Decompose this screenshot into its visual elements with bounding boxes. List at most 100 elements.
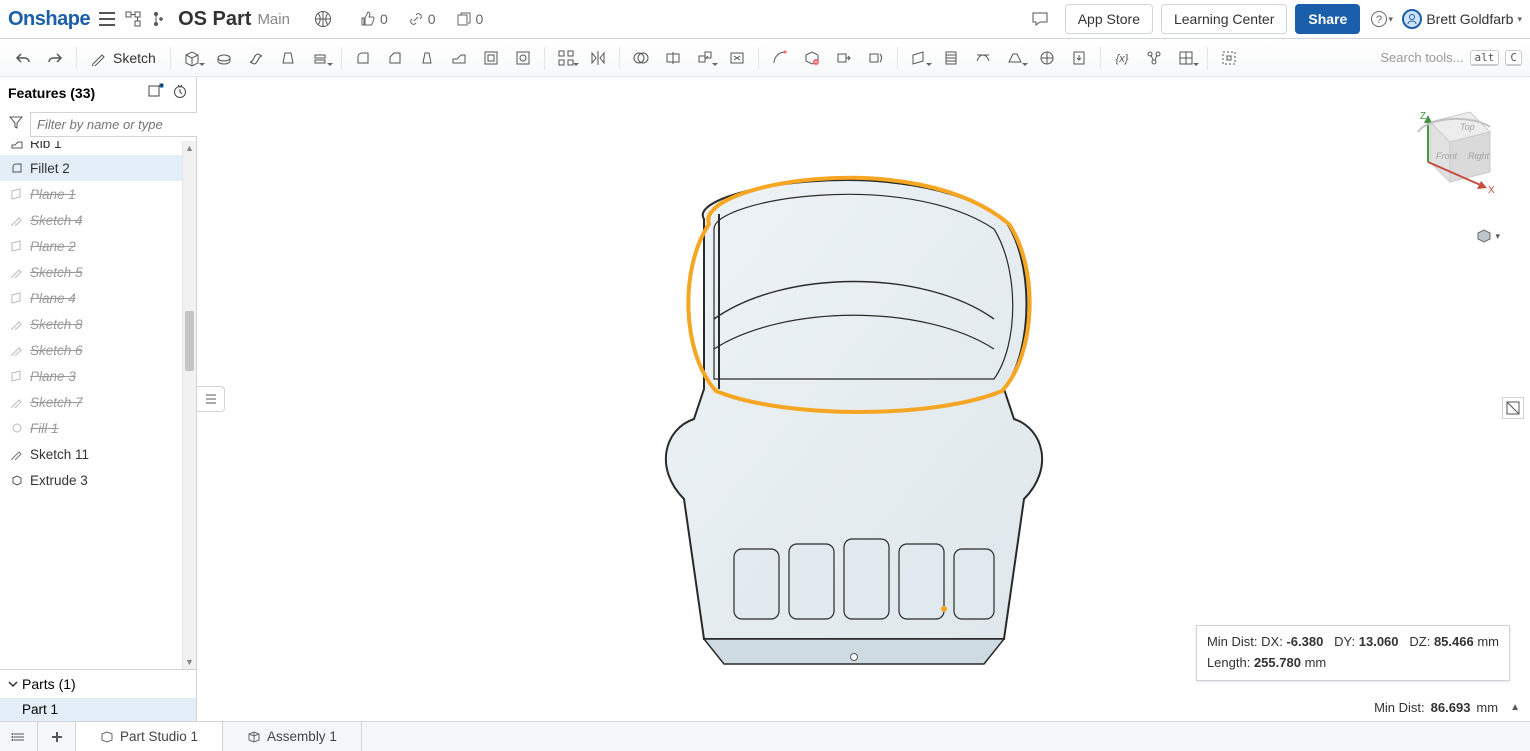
share-button[interactable]: Share — [1295, 4, 1360, 34]
parts-header[interactable]: Parts (1) — [0, 669, 196, 698]
features-header[interactable]: Features (33) — [0, 77, 196, 108]
draft-button[interactable] — [412, 44, 442, 72]
hamburger-icon[interactable] — [94, 6, 120, 32]
feature-row-label: Plane 2 — [30, 239, 76, 254]
feature-row[interactable]: Sketch 7 — [0, 389, 196, 415]
split-button[interactable] — [658, 44, 688, 72]
configuration-button[interactable] — [1139, 44, 1169, 72]
loft-button[interactable] — [273, 44, 303, 72]
document-branch[interactable]: Main — [257, 11, 290, 28]
globe-icon[interactable] — [310, 6, 336, 32]
hole-button[interactable] — [508, 44, 538, 72]
extrude-button[interactable] — [177, 44, 207, 72]
document-title[interactable]: OS Part — [178, 8, 251, 31]
tab-assembly[interactable]: Assembly 1 — [223, 722, 362, 751]
frame-button[interactable] — [1032, 44, 1062, 72]
panel-expand-tab[interactable] — [197, 386, 225, 412]
links-count[interactable]: 0 — [408, 11, 436, 27]
sketch-icon — [10, 447, 24, 461]
comments-icon[interactable] — [1027, 6, 1053, 32]
feature-row-label: Fillet 2 — [30, 161, 70, 176]
undo-button[interactable] — [8, 44, 38, 72]
top-bar: Onshape OS Part Main 0 0 0 App Store Lea… — [0, 0, 1530, 39]
fillet-button[interactable] — [348, 44, 378, 72]
feature-row[interactable]: Sketch 6 — [0, 337, 196, 363]
transform-button[interactable] — [690, 44, 720, 72]
part-row[interactable]: Part 1 — [0, 698, 196, 721]
shell-button[interactable] — [476, 44, 506, 72]
feature-row[interactable]: Sketch 8 — [0, 311, 196, 337]
mirror-button[interactable] — [583, 44, 613, 72]
rollback-icon[interactable] — [172, 83, 188, 102]
pattern-button[interactable] — [551, 44, 581, 72]
copies-count[interactable]: 0 — [456, 11, 484, 27]
svg-text:Front: Front — [1436, 151, 1458, 161]
feature-row[interactable]: Plane 3 — [0, 363, 196, 389]
onshape-logo[interactable]: Onshape — [8, 8, 90, 31]
thicken-button[interactable] — [305, 44, 335, 72]
add-feature-icon[interactable] — [148, 83, 164, 102]
user-menu[interactable]: Brett Goldfarb ▾ — [1402, 9, 1522, 29]
feature-list[interactable]: Rib 1 Fillet 2 Plane 1Sketch 4 Plane 2 Sketc… — [0, 141, 196, 669]
feature-row[interactable]: Rib 1 — [0, 141, 196, 155]
import-button[interactable] — [1064, 44, 1094, 72]
insert-icon[interactable] — [146, 6, 172, 32]
feature-row[interactable]: Plane 1 — [0, 181, 196, 207]
tab-assembly-label: Assembly 1 — [267, 729, 337, 744]
view-cube[interactable]: Top Front Right Z X — [1390, 97, 1500, 207]
learning-center-button[interactable]: Learning Center — [1161, 4, 1287, 34]
viewport-3d[interactable]: Top Front Right Z X ▾ Min Dist: — [197, 77, 1530, 721]
help-icon[interactable]: ? ▾ — [1368, 6, 1394, 32]
scroll-up-icon[interactable]: ▲ — [183, 141, 196, 155]
feature-row[interactable]: Plane 2 — [0, 233, 196, 259]
app-store-button[interactable]: App Store — [1065, 4, 1153, 34]
scroll-down-icon[interactable]: ▼ — [183, 655, 196, 669]
document-tree-icon[interactable] — [120, 6, 146, 32]
features-header-label: Features (33) — [8, 85, 95, 101]
scroll-thumb[interactable] — [185, 311, 194, 371]
status-value: 86.693 — [1431, 700, 1471, 715]
feature-filter-input[interactable] — [30, 112, 222, 137]
sketch-button[interactable]: Sketch — [83, 44, 164, 72]
chamfer-button[interactable] — [380, 44, 410, 72]
revolve-button[interactable] — [209, 44, 239, 72]
move-face-button[interactable] — [829, 44, 859, 72]
feature-row[interactable]: Sketch 4 — [0, 207, 196, 233]
likes-count[interactable]: 0 — [360, 11, 388, 27]
boolean-button[interactable] — [626, 44, 656, 72]
redo-button[interactable] — [40, 44, 70, 72]
custom-features-button[interactable] — [1171, 44, 1201, 72]
avatar-icon — [1402, 9, 1422, 29]
select-button[interactable] — [1214, 44, 1244, 72]
feature-row[interactable]: Fill 1 — [0, 415, 196, 441]
feature-row[interactable]: Sketch 11 — [0, 441, 196, 467]
modify-fillet-button[interactable] — [765, 44, 795, 72]
render-mode-menu[interactable]: ▾ — [1475, 227, 1500, 245]
add-tab-button[interactable] — [38, 722, 76, 751]
replace-face-button[interactable] — [861, 44, 891, 72]
delete-part-button[interactable] — [797, 44, 827, 72]
section-view-toggle[interactable] — [1502, 397, 1524, 419]
plane-button[interactable] — [904, 44, 934, 72]
sweep-button[interactable] — [241, 44, 271, 72]
tab-part-studio[interactable]: Part Studio 1 — [76, 722, 223, 751]
feature-row-label: Sketch 6 — [30, 343, 83, 358]
feature-list-scrollbar[interactable]: ▲ ▼ — [182, 141, 196, 669]
composite-curve-button[interactable] — [968, 44, 998, 72]
feature-row[interactable]: Extrude 3 — [0, 467, 196, 493]
sheet-metal-button[interactable] — [1000, 44, 1030, 72]
measure-dx-value: -6.380 — [1286, 634, 1323, 649]
filter-icon[interactable] — [8, 114, 24, 135]
helix-button[interactable] — [936, 44, 966, 72]
delete-face-button[interactable] — [722, 44, 752, 72]
feature-row-label: Sketch 8 — [30, 317, 83, 332]
feature-row[interactable]: Plane 4 — [0, 285, 196, 311]
expand-status-icon[interactable]: ▲ — [1510, 702, 1520, 713]
tab-manager-button[interactable] — [0, 722, 38, 751]
feature-row[interactable]: Fillet 2 — [0, 155, 196, 181]
sketch-icon — [10, 265, 24, 279]
variable-button[interactable]: {x} — [1107, 44, 1137, 72]
feature-row[interactable]: Sketch 5 — [0, 259, 196, 285]
rib-button[interactable] — [444, 44, 474, 72]
toolbar-search[interactable]: Search tools... alt C — [1380, 50, 1522, 66]
